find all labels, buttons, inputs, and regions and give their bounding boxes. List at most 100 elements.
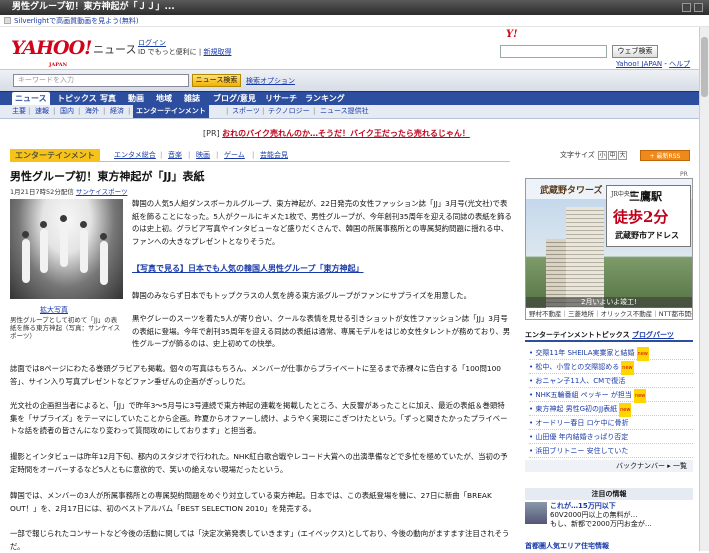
- nav-photos[interactable]: 写真: [100, 92, 116, 105]
- article-paragraph-2: 韓国のみならず日本でもトップクラスの人気を誇る東方派グループがファンにサプライズ…: [132, 291, 472, 300]
- nav2-sports[interactable]: スポーツ: [232, 105, 260, 118]
- featured-item-2[interactable]: 首都圏人気エリア住宅情報: [525, 541, 693, 551]
- service-name: ニュース: [93, 43, 137, 56]
- yahoo-logo[interactable]: YAHOO! JAPAN: [11, 39, 92, 69]
- nav-blogs[interactable]: ブログ/意見: [213, 92, 256, 105]
- nav-news[interactable]: ニュース: [12, 92, 50, 106]
- list-item[interactable]: • 交際11年 SHEILA実業家と結婚 new: [529, 346, 693, 361]
- search-options-link[interactable]: 検索オプション: [246, 76, 295, 86]
- register-link[interactable]: 新規取得: [204, 48, 232, 56]
- ad-walk: 徒歩2分: [613, 208, 669, 226]
- nav2-technology[interactable]: テクノロジー: [268, 105, 310, 118]
- secondary-nav: 主要 | 速報 | 国内 | 海外 | 経済 | エンターテインメント | スポーツ | テク…: [0, 105, 709, 119]
- featured-item-1-title: これが…15万円以下: [550, 502, 616, 510]
- nav2-flash[interactable]: 速報: [35, 105, 49, 118]
- category-tab-music[interactable]: 音楽: [168, 149, 182, 162]
- category-tab-active[interactable]: エンターテインメント: [10, 149, 100, 162]
- news-search-input[interactable]: キーワードを入力: [13, 74, 189, 87]
- text-size-medium-button[interactable]: 中: [608, 150, 618, 160]
- nav-ranking[interactable]: ランキング: [305, 92, 345, 105]
- primary-nav: ニュース トピックス 写真 動画 地域 雑誌 ブログ/意見 リサーチ ランキング: [0, 91, 709, 106]
- photo-gallery-link[interactable]: 【写真で見る】日本でも人気の韓国人男性グループ「東方神起」: [132, 264, 364, 273]
- pr-link[interactable]: おれのバイク売れんのか…そうだ！バイク王だったら売れるじゃん！: [222, 129, 470, 138]
- help-link[interactable]: ヘルプ: [669, 60, 690, 68]
- login-area: ログイン ID でもっと便利に | 新規取得: [138, 39, 232, 56]
- nav2-entertainment[interactable]: エンターテインメント: [133, 105, 209, 118]
- rss-button[interactable]: + 最新RSS: [640, 150, 690, 161]
- nav2-economy[interactable]: 経済: [110, 105, 124, 118]
- window-close-icon[interactable]: [682, 3, 691, 12]
- vertical-scrollbar[interactable]: [699, 27, 709, 551]
- nav-videos[interactable]: 動画: [128, 92, 144, 105]
- yahoo-japan-link[interactable]: Yahoo! JAPAN: [616, 60, 662, 68]
- window-maximize-icon[interactable]: [694, 3, 703, 12]
- article-title: 男性グループ初！東方神起が「JJ」表紙: [10, 170, 205, 183]
- web-search-input[interactable]: [500, 45, 607, 58]
- nav2-overseas[interactable]: 海外: [85, 105, 99, 118]
- nav2-main[interactable]: 主要: [12, 105, 26, 118]
- list-item[interactable]: • 山田優 年内結婚きっぱり否定: [529, 430, 693, 444]
- nav2-providers[interactable]: ニュース提供社: [320, 105, 369, 118]
- article-source-link[interactable]: サンケイスポーツ: [76, 188, 128, 196]
- new-badge: new: [619, 403, 632, 417]
- news-search-bar: キーワードを入力 ニュース検索 検索オプション: [0, 69, 709, 91]
- text-size-control: 文字サイズ 小中大: [560, 150, 628, 160]
- silverlight-text[interactable]: Silverlightで高画質動画を見よう(無料): [14, 15, 139, 27]
- news-search-button[interactable]: ニュース検索: [192, 74, 241, 87]
- ad-bottom-2: 野村不動産｜三菱地所｜オリックス不動産｜NTT都市開発: [526, 308, 692, 319]
- new-badge: new: [636, 347, 649, 361]
- category-tab-press[interactable]: 芸能会見: [260, 149, 288, 162]
- nav-local[interactable]: 地域: [156, 92, 172, 105]
- nav-topics[interactable]: トピックス: [57, 92, 97, 105]
- ad-info-box: JR中央線 三鷹駅 徒歩2分 武蔵野市アドレス: [606, 185, 691, 247]
- category-tab-movies[interactable]: 映画: [196, 149, 210, 162]
- backnumber-link[interactable]: バックナンバー ▸ 一覧: [525, 460, 693, 472]
- list-item[interactable]: • オードリー春日 ロケ中に骨折: [529, 416, 693, 430]
- entertainment-topics-header: エンターテインメントトピックス ブログパーツ: [525, 330, 693, 342]
- silverlight-bar[interactable]: Silverlightで高画質動画を見よう(無料): [0, 15, 709, 27]
- text-size-small-button[interactable]: 小: [598, 150, 608, 160]
- blog-parts-link[interactable]: ブログパーツ: [632, 331, 674, 339]
- scrollbar-thumb[interactable]: [701, 37, 708, 97]
- entertainment-topics-title: エンターテインメントトピックス: [525, 331, 630, 339]
- category-tab-games[interactable]: ゲーム: [224, 149, 245, 162]
- featured-header: 注目の情報: [525, 488, 693, 500]
- list-item[interactable]: • 東方神起 男性G初のJJ表紙 new: [529, 402, 693, 417]
- category-tabs: エンターテインメント エンタメ総合 | 音楽 | 映画 | ゲーム | 芸能会見: [10, 149, 510, 162]
- photo-caption: 男性グループとして初めて「JJ」の表紙を飾る東方神起（写真：サンケイスポーツ）: [10, 316, 121, 340]
- list-item[interactable]: • 浜田ブリトニー 安住していた: [529, 444, 693, 458]
- text-size-label: 文字サイズ: [560, 151, 595, 159]
- article-paragraph-3: 黒やグレーのスーツを着た5人が寄り合い、クールな表情を見せる引きショットが女性フ…: [132, 314, 511, 348]
- article-paragraph-4: 誌面では8ページにわたる巻頭グラビアも掲載。個々の写真はもちろん、メンバーが仕事…: [10, 364, 501, 386]
- nav-magazines[interactable]: 雑誌: [184, 92, 200, 105]
- list-item[interactable]: • NHK五輪番組 ペッキー が担当 new: [529, 388, 693, 403]
- enlarge-photo-link[interactable]: 拡大写真: [40, 305, 68, 315]
- entertainment-topics-list: • 交際11年 SHEILA実業家と結婚 new • 松中、小雪との交際認める ne…: [529, 346, 693, 458]
- yahoo-mini-logo[interactable]: Y!: [506, 29, 518, 40]
- list-item[interactable]: • 松中、小雪との交際認める new: [529, 360, 693, 375]
- article-date: 1月21日7時52分配信: [10, 188, 74, 196]
- featured-item-1[interactable]: これが…15万円以下 60V2000円以上の無料が… もし、新都で2000万円お金が…: [525, 502, 693, 528]
- sidebar-ad[interactable]: 武蔵野タワーズ JR中央線 三鷹駅 徒歩2分 武蔵野市アドレス 2月いよいよ竣工…: [525, 178, 693, 320]
- new-badge: new: [621, 361, 634, 375]
- article-paragraph-1: 韓国の人気5人組ダンスボーカルグループ、東方神起が、22日発売の女性ファッション…: [132, 199, 512, 246]
- ad-address: 武蔵野市アドレス: [615, 230, 679, 240]
- list-item[interactable]: • おニャン子11人、CMで復活: [529, 374, 693, 388]
- text-size-large-button[interactable]: 大: [618, 150, 628, 160]
- pr-banner: [PR] おれのバイク売れんのか…そうだ！バイク王だったら売れるじゃん！: [203, 128, 470, 139]
- info-icon: [4, 17, 11, 24]
- article-paragraph-6: 撮影とインタビューは昨年12月下旬、都内のスタジオで行われた。NHK紅白歌合戦や…: [10, 452, 508, 474]
- article-paragraph-5: 光文社の企画担当者によると、「JJ」で昨年3～5月号に3号連続で東方神起の連載を…: [10, 401, 508, 435]
- login-sub: ID でもっと便利に: [138, 48, 197, 56]
- ad-pr-label: PR: [680, 171, 688, 178]
- new-badge: new: [633, 389, 647, 403]
- window-title: 男性グループ初！東方神起が「ＪＪ」...: [12, 2, 175, 12]
- nav-research[interactable]: リサーチ: [265, 92, 297, 105]
- login-link[interactable]: ログイン: [138, 39, 166, 47]
- nav2-domestic[interactable]: 国内: [60, 105, 74, 118]
- category-tab-general[interactable]: エンタメ総合: [114, 149, 156, 162]
- article-photo[interactable]: [10, 199, 123, 299]
- web-search-button[interactable]: ウェブ検索: [612, 45, 658, 58]
- ad-station: 三鷹駅: [629, 190, 662, 203]
- featured-thumbnail: [525, 502, 547, 524]
